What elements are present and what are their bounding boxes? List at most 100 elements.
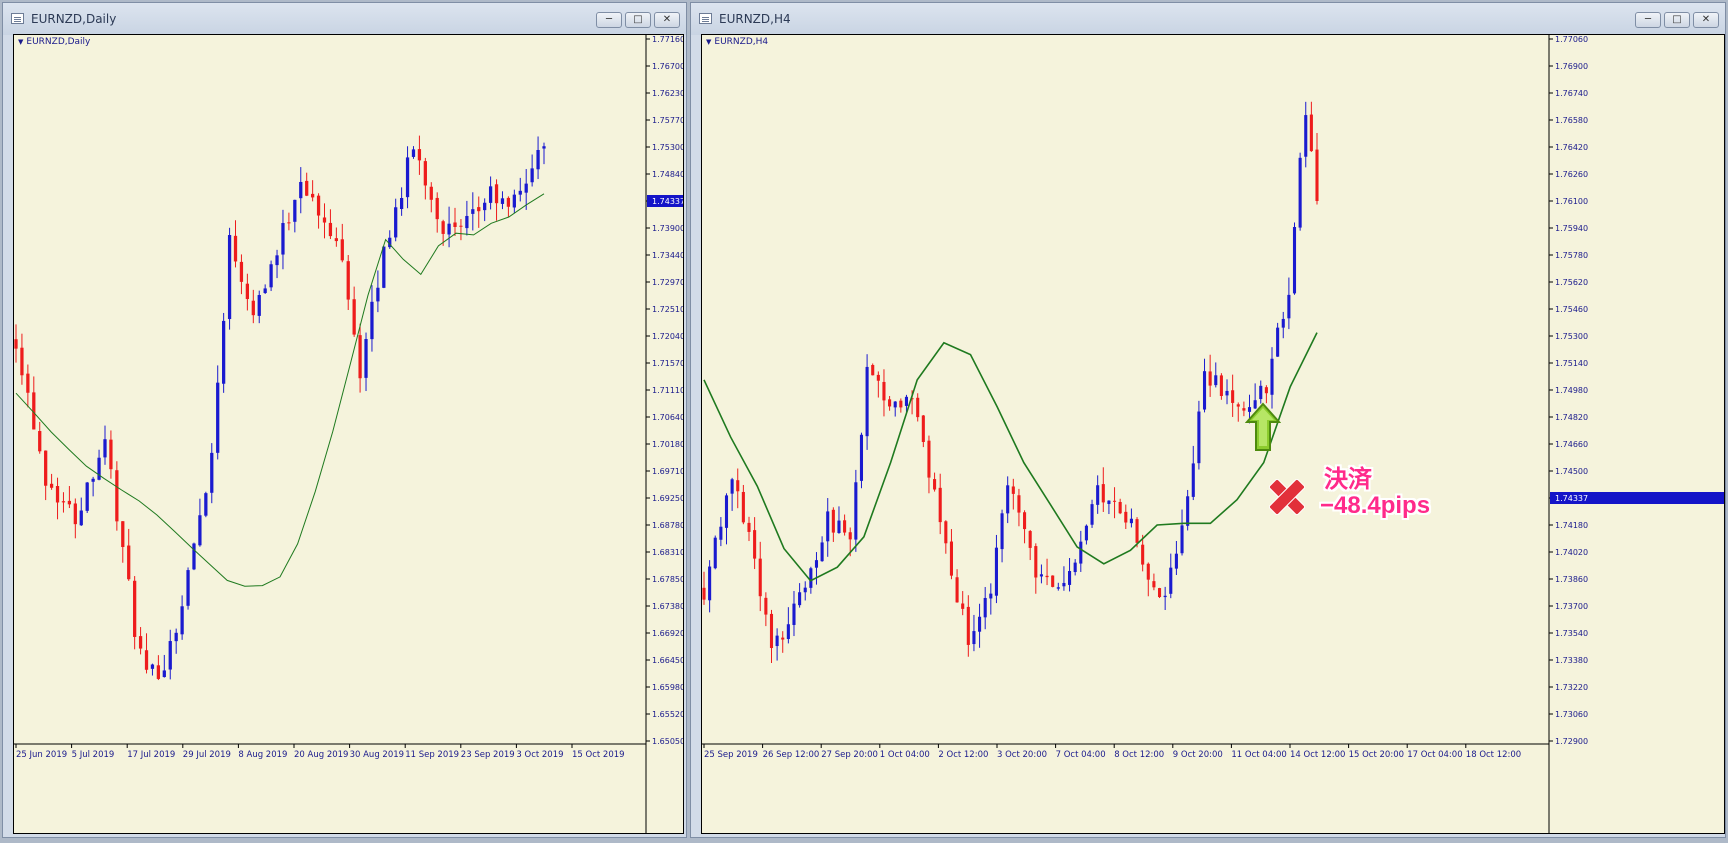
x-tick-label: 3 Oct 20:00 <box>997 750 1047 760</box>
candle <box>1202 358 1207 413</box>
candle <box>251 289 255 324</box>
close-button[interactable]: ✕ <box>1693 12 1719 28</box>
close-button[interactable]: ✕ <box>654 12 680 28</box>
candle <box>1152 573 1156 591</box>
candle <box>1051 575 1055 588</box>
y-tick-label: 1.76580 <box>1555 116 1588 125</box>
candle <box>471 192 475 231</box>
candle <box>423 157 427 200</box>
candle <box>938 473 942 535</box>
candle <box>133 576 137 650</box>
candle <box>1073 559 1077 576</box>
pips-result-label: −48.4pips <box>1320 492 1431 519</box>
candle <box>1146 562 1150 597</box>
window-daily[interactable]: EURNZD,Daily ─ □ ✕ 1.77160 1.76700 1.76230… <box>2 2 687 838</box>
candle <box>781 631 785 653</box>
candle <box>334 227 338 247</box>
x-tick-label: 9 Oct 20:00 <box>1173 750 1223 760</box>
y-tick-label: 1.68780 <box>652 521 683 530</box>
candle <box>753 517 757 570</box>
y-tick-label: 1.75940 <box>1555 224 1588 233</box>
chart-window-icon <box>11 13 24 24</box>
candle <box>1180 509 1184 556</box>
candle <box>876 371 880 398</box>
candle <box>150 663 155 676</box>
candle <box>245 273 250 311</box>
candle <box>210 443 214 504</box>
candle <box>854 469 858 552</box>
candle <box>1169 553 1173 599</box>
chart-area-daily[interactable]: 1.77160 1.76700 1.76230 1.75770 1.75300 1.748… <box>13 34 684 834</box>
candle <box>14 324 18 363</box>
x-tick-label: 27 Sep 20:00 <box>821 750 878 760</box>
window-h4[interactable]: EURNZD,H4 ─ □ ✕ 1.77060 1.76900 1.76740 1.7… <box>690 2 1726 838</box>
candle <box>814 552 819 585</box>
x-tick-label: 8 Oct 12:00 <box>1114 750 1164 760</box>
title-bar[interactable]: EURNZD,Daily ─ □ ✕ <box>3 3 686 35</box>
candle <box>73 498 77 539</box>
candle <box>429 182 433 213</box>
candle <box>91 476 95 497</box>
y-tick-label: 1.74980 <box>1555 386 1588 395</box>
candle <box>741 484 745 525</box>
y-tick-label: 1.76900 <box>1555 62 1588 71</box>
candle <box>826 498 830 557</box>
candle <box>275 249 279 279</box>
x-tick-label: 18 Oct 12:00 <box>1466 750 1521 760</box>
candle <box>67 486 72 509</box>
maximize-button[interactable]: □ <box>625 12 651 28</box>
candle <box>1298 152 1302 231</box>
y-tick-label: 1.76420 <box>1555 143 1588 152</box>
maximize-button[interactable]: □ <box>1664 12 1690 28</box>
candle <box>865 354 869 450</box>
title-bar[interactable]: EURNZD,H4 ─ □ ✕ <box>691 3 1725 35</box>
candle <box>26 364 30 408</box>
minimize-button[interactable]: ─ <box>596 12 622 28</box>
red-x-icon <box>1268 478 1306 516</box>
y-tick-label: 1.72970 <box>652 278 683 287</box>
candle <box>916 393 920 422</box>
y-tick-label: 1.75620 <box>1555 278 1588 287</box>
x-tick-label: 25 Sep 2019 <box>704 750 758 760</box>
candle <box>989 583 993 615</box>
candle <box>1208 354 1212 397</box>
candle <box>263 284 267 294</box>
y-tick-label: 1.75300 <box>652 143 683 152</box>
candle <box>1068 557 1072 592</box>
candle <box>115 461 119 531</box>
candle <box>1084 524 1088 545</box>
candle <box>257 290 261 324</box>
candle <box>144 633 149 674</box>
y-tick-label: 1.73220 <box>1555 683 1588 692</box>
candle <box>55 477 60 520</box>
candle <box>1219 373 1223 400</box>
candle <box>1225 379 1229 405</box>
candle <box>465 200 469 236</box>
chart-area-h4[interactable]: 1.77060 1.76900 1.76740 1.76580 1.76420 1.762… <box>701 34 1725 834</box>
candle <box>1304 101 1308 168</box>
candle <box>1011 478 1015 510</box>
y-tick-label: 1.66920 <box>652 629 683 638</box>
x-tick-label: 25 Jun 2019 <box>16 750 67 760</box>
candle <box>792 591 796 637</box>
candle <box>837 506 841 534</box>
y-tick-label: 1.73860 <box>1555 575 1588 584</box>
x-tick-label: 17 Oct 04:00 <box>1407 750 1462 760</box>
minimize-button[interactable]: ─ <box>1635 12 1661 28</box>
candle <box>1112 487 1117 519</box>
candle <box>893 401 897 417</box>
candle <box>1006 476 1010 524</box>
candle <box>49 473 54 490</box>
y-tick-label: 1.74337 <box>1555 494 1588 503</box>
y-tick-label: 1.65980 <box>652 683 683 692</box>
candle <box>180 595 184 640</box>
y-tick-label: 1.73380 <box>1555 656 1588 665</box>
candle <box>38 421 42 454</box>
candle <box>1096 475 1100 514</box>
candle <box>1197 400 1201 470</box>
candle <box>758 541 762 612</box>
candle <box>719 517 723 547</box>
candle <box>216 365 220 460</box>
candle <box>453 207 457 236</box>
candle <box>494 179 499 221</box>
